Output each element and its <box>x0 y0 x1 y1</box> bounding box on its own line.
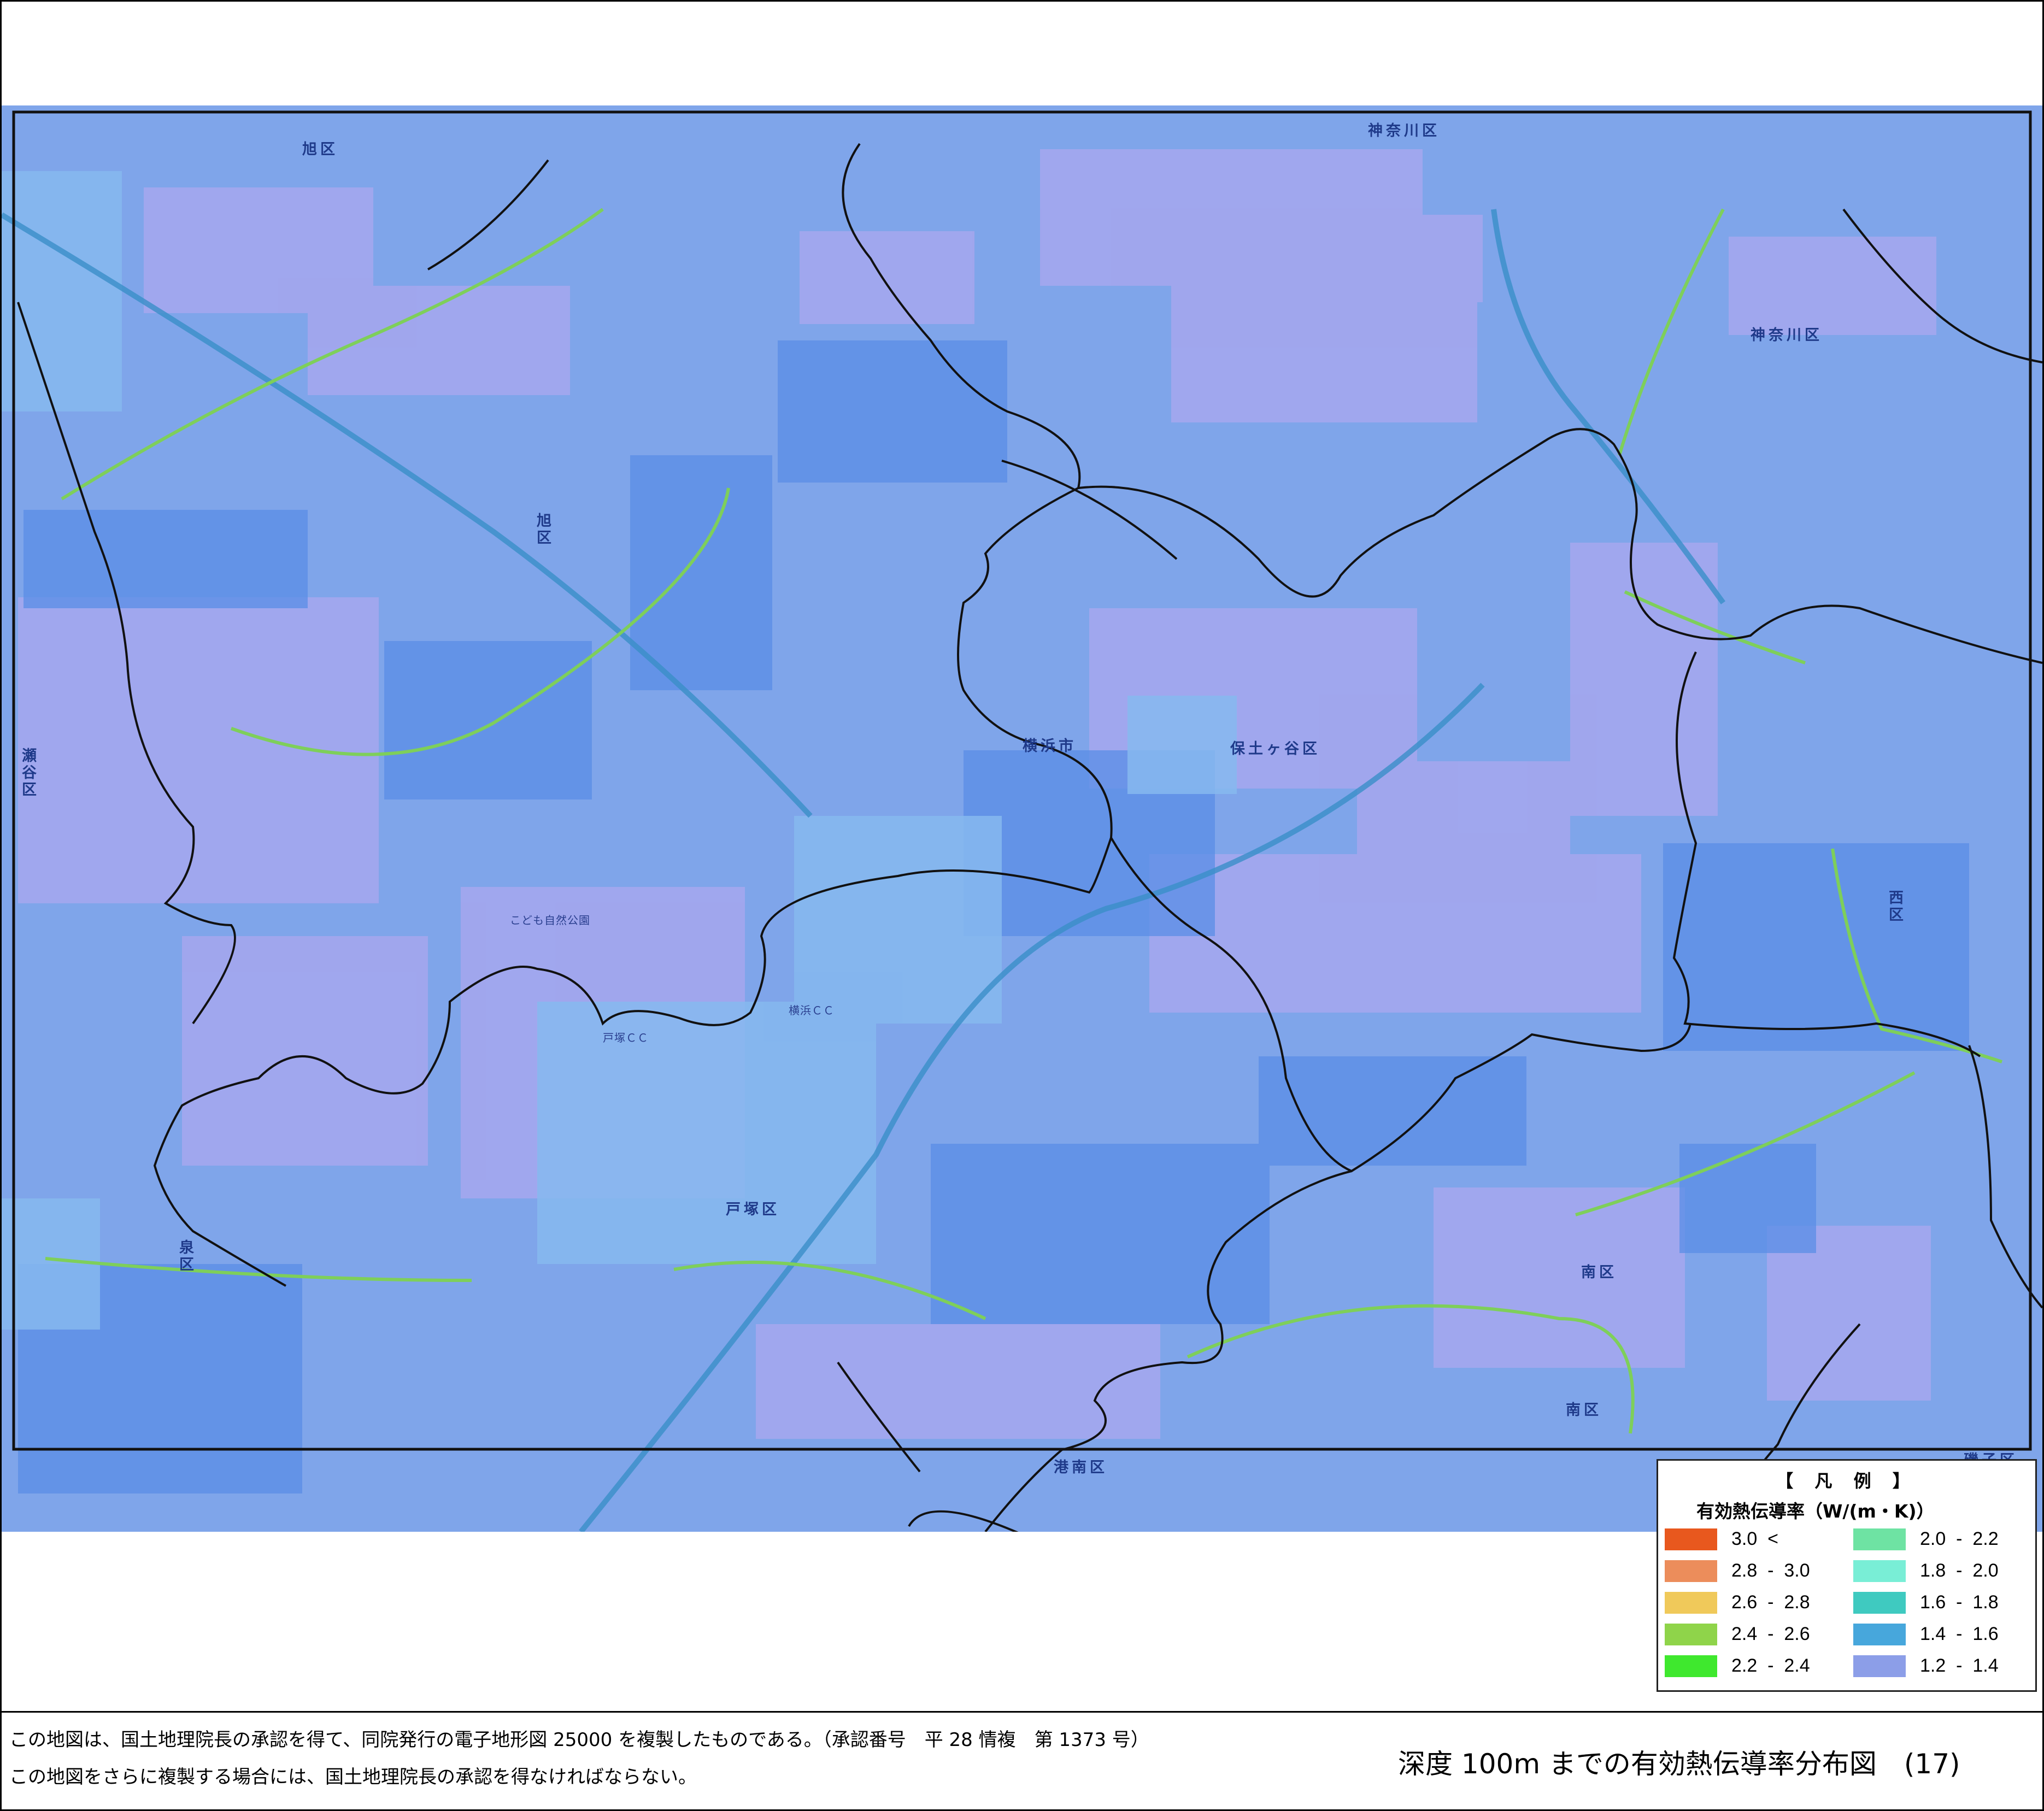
legend-title: 【 凡 例 】 <box>1776 1471 1918 1491</box>
legend-swatch <box>1853 1560 1906 1582</box>
legend-swatch <box>1665 1560 1717 1582</box>
legend-item: 1.8 - 2.0 <box>1853 1557 2034 1583</box>
legend-swatch <box>1665 1592 1717 1614</box>
legend-label: 1.6 - 1.8 <box>1920 1592 1999 1613</box>
place-label: 南区 <box>1581 1264 1617 1281</box>
place-label: 泉区 <box>177 1239 193 1273</box>
place-label: 南区 <box>1566 1402 1602 1419</box>
place-label: 旭区 <box>302 141 338 158</box>
legend-item: 2.4 - 2.6 <box>1665 1620 1845 1647</box>
map-sheet: 旭区 神奈川区 神奈川区 旭区 横浜市 保土ヶ谷区 瀬谷区 西区 戸塚区 泉区 … <box>0 0 2044 1811</box>
legend-label: 2.2 - 2.4 <box>1731 1655 1810 1676</box>
place-label: 横浜ＣＣ <box>789 1004 835 1017</box>
legend-swatch <box>1853 1655 1906 1677</box>
place-label: こども自然公園 <box>510 914 590 927</box>
place-label: 戸塚ＣＣ <box>603 1031 649 1044</box>
place-label: 港南区 <box>1054 1459 1108 1476</box>
legend-label: 1.4 - 1.6 <box>1920 1624 1999 1644</box>
legend-swatch <box>1853 1528 1906 1550</box>
legend-swatch <box>1665 1624 1717 1645</box>
legend-label: 1.2 - 1.4 <box>1920 1655 1999 1676</box>
legend-label: 2.4 - 2.6 <box>1731 1624 1810 1644</box>
legend: 【 凡 例 】 有効熱伝導率（W/(m・K)） 3.0 < 2.8 - 3.0 2.… <box>1657 1459 2037 1692</box>
legend-item: 3.0 < <box>1665 1525 1845 1551</box>
legend-swatch <box>1665 1528 1717 1550</box>
legend-swatch <box>1853 1592 1906 1614</box>
place-label: 神奈川区 <box>1751 327 1823 344</box>
legend-unit-label: 有効熱伝導率（W/(m・K)） <box>1696 1501 1935 1522</box>
legend-item: 2.2 - 2.4 <box>1665 1652 1845 1678</box>
reproduction-note: この地図をさらに複製する場合には、国土地理院長の承認を得なければならない。 <box>9 1766 697 1788</box>
place-label: 戸塚区 <box>726 1201 780 1218</box>
place-label: 西区 <box>1886 890 1903 924</box>
place-label: 横浜市 <box>1023 738 1077 755</box>
map-canvas <box>2 105 2042 1532</box>
footer: この地図は、国土地理院長の承認を得て、同院発行の電子地形図 25000 を複製し… <box>2 1711 2042 1811</box>
legend-item: 2.6 - 2.8 <box>1665 1589 1845 1615</box>
legend-label: 1.8 - 2.0 <box>1920 1560 1999 1581</box>
legend-item: 2.0 - 2.2 <box>1853 1525 2034 1551</box>
place-label: 旭区 <box>534 513 551 546</box>
legend-item: 1.4 - 1.6 <box>1853 1620 2034 1647</box>
legend-label: 2.0 - 2.2 <box>1920 1528 1999 1549</box>
legend-label: 2.6 - 2.8 <box>1731 1592 1810 1613</box>
legend-item: 2.8 - 3.0 <box>1665 1557 1845 1583</box>
legend-label: 2.8 - 3.0 <box>1731 1560 1810 1581</box>
map-title: 深度 100m までの有効熱伝導率分布図 (17) <box>1398 1748 1960 1780</box>
place-label: 瀬谷区 <box>19 748 36 798</box>
legend-item: 1.2 - 1.4 <box>1853 1652 2034 1678</box>
legend-swatch <box>1665 1655 1717 1677</box>
legend-swatch <box>1853 1624 1906 1645</box>
legend-label: 3.0 < <box>1731 1528 1779 1549</box>
place-label: 保土ヶ谷区 <box>1230 740 1320 757</box>
thermal-conductivity-map[interactable]: 旭区 神奈川区 神奈川区 旭区 横浜市 保土ヶ谷区 瀬谷区 西区 戸塚区 泉区 … <box>2 105 2042 1532</box>
legend-item: 1.6 - 1.8 <box>1853 1589 2034 1615</box>
copyright-note: この地図は、国土地理院長の承認を得て、同院発行の電子地形図 25000 を複製し… <box>9 1729 1149 1751</box>
place-label: 神奈川区 <box>1368 122 1440 139</box>
